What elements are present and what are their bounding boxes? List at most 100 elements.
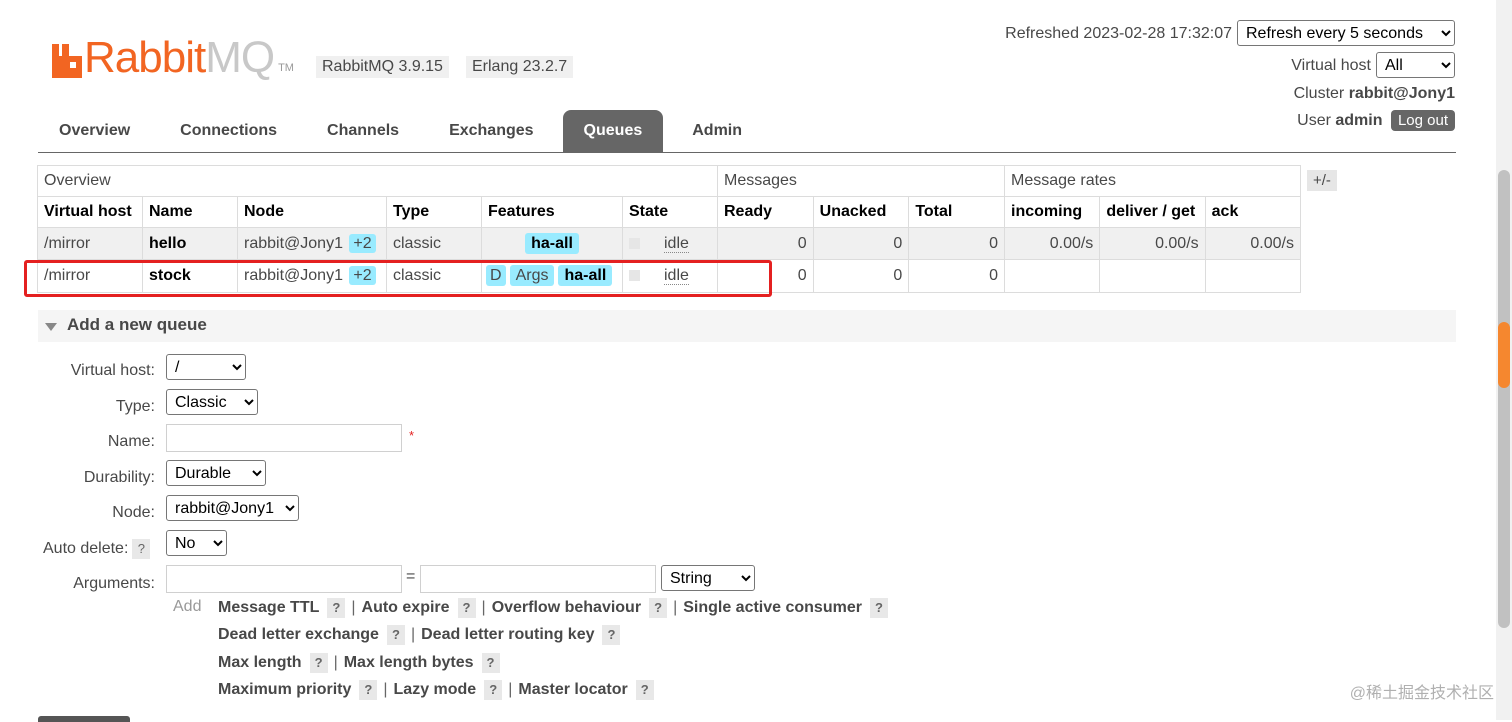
tab-overview[interactable]: Overview <box>38 110 151 153</box>
table-row[interactable]: /mirror hello rabbit@Jony1 +2 classic ha… <box>37 227 1302 260</box>
arg-overflow-behaviour-link[interactable]: Overflow behaviour <box>492 599 641 617</box>
arg-max-length-link[interactable]: Max length <box>218 654 302 672</box>
argument-value-input[interactable] <box>420 565 656 593</box>
dead-letter-exchange-help-icon[interactable]: ? <box>386 625 405 645</box>
add-argument-label: Add <box>173 598 202 615</box>
rabbitmq-version: RabbitMQ 3.9.15 <box>316 56 449 78</box>
arg-auto-expire-link[interactable]: Auto expire <box>362 599 450 617</box>
col-node[interactable]: Node <box>237 196 387 228</box>
collapse-triangle-icon[interactable] <box>45 323 57 331</box>
node-select[interactable]: rabbit@Jony1 <box>166 495 299 521</box>
node-mirrors-badge: +2 <box>349 233 376 253</box>
auto-delete-help-icon[interactable]: ? <box>132 539 151 559</box>
argument-shortcuts-row-3: Max length? | Max length bytes? <box>218 653 500 673</box>
brand-name: RabbitMQ <box>84 33 275 82</box>
overflow-behaviour-help-icon[interactable]: ? <box>649 598 668 618</box>
virtual-host-field-select[interactable]: / <box>166 354 246 380</box>
durability-select[interactable]: Durable <box>166 460 266 486</box>
auto-delete-field-label: Auto delete:? <box>43 539 151 559</box>
cell-total: 0 <box>908 227 1005 260</box>
cell-features: ha-all <box>481 227 623 260</box>
tabs-divider <box>38 152 1456 153</box>
cell-state: idle <box>622 227 718 260</box>
col-incoming[interactable]: incoming <box>1003 196 1101 228</box>
refresh-interval-select[interactable]: Refresh every 5 seconds <box>1237 20 1455 46</box>
col-unacked[interactable]: Unacked <box>812 196 910 228</box>
cell-deliver-get <box>1099 259 1206 293</box>
arg-dead-letter-routing-key-link[interactable]: Dead letter routing key <box>421 626 594 644</box>
virtual-host-field-label: Virtual host: <box>70 362 155 379</box>
type-select[interactable]: Classic <box>166 389 258 415</box>
refreshed-timestamp: Refreshed 2023-02-28 17:32:07 <box>1005 25 1232 42</box>
arg-max-length-bytes-link[interactable]: Max length bytes <box>344 654 474 672</box>
argument-shortcuts-row-2: Dead letter exchange? | Dead letter routi… <box>218 625 621 645</box>
cell-vhost: /mirror <box>37 227 143 260</box>
durability-field-label: Durability: <box>83 469 155 486</box>
col-ack[interactable]: ack <box>1204 196 1302 228</box>
tab-admin[interactable]: Admin <box>671 110 763 153</box>
tab-channels[interactable]: Channels <box>306 110 420 153</box>
add-queue-button-partial[interactable] <box>38 716 130 722</box>
logout-button[interactable]: Log out <box>1390 110 1455 131</box>
tab-exchanges[interactable]: Exchanges <box>428 110 554 153</box>
message-ttl-help-icon[interactable]: ? <box>327 598 346 618</box>
group-overview: Overview <box>37 165 718 197</box>
max-length-help-icon[interactable]: ? <box>309 653 328 673</box>
state-indicator-icon <box>629 237 640 249</box>
col-deliver-get[interactable]: deliver / get <box>1099 196 1206 228</box>
dead-letter-routing-key-help-icon[interactable]: ? <box>602 625 621 645</box>
trademark: TM <box>278 62 294 74</box>
virtual-host-label: Virtual host <box>1291 57 1371 74</box>
feature-ha-all-badge: ha-all <box>525 232 579 254</box>
col-type[interactable]: Type <box>386 196 482 228</box>
argument-type-select[interactable]: String <box>661 565 755 591</box>
col-virtual-host[interactable]: Virtual host <box>37 196 143 228</box>
lazy-mode-help-icon[interactable]: ? <box>484 680 503 700</box>
column-toggle-button[interactable]: +/- <box>1307 170 1337 191</box>
arg-message-ttl-link[interactable]: Message TTL <box>218 599 319 617</box>
tab-queues[interactable]: Queues <box>562 110 664 153</box>
add-queue-title[interactable]: Add a new queue <box>67 315 207 335</box>
virtual-host-select[interactable]: All <box>1376 52 1455 78</box>
auto-expire-help-icon[interactable]: ? <box>457 598 476 618</box>
col-name[interactable]: Name <box>142 196 238 228</box>
cell-incoming <box>1003 259 1101 293</box>
highlight-annotation <box>24 260 772 297</box>
cell-incoming: 0.00/s <box>1003 227 1101 260</box>
col-total[interactable]: Total <box>908 196 1005 228</box>
master-locator-help-icon[interactable]: ? <box>635 680 654 700</box>
main-nav-tabs: Overview Connections Channels Exchanges … <box>38 110 771 153</box>
argument-shortcuts-row-1: Message TTL? | Auto expire? | Overflow beh… <box>218 598 888 618</box>
arg-single-active-consumer-link[interactable]: Single active consumer <box>683 599 862 617</box>
rabbitmq-logo[interactable]: RabbitMQ TM <box>52 33 294 82</box>
col-ready[interactable]: Ready <box>717 196 814 228</box>
arg-maximum-priority-link[interactable]: Maximum priority <box>218 681 351 699</box>
type-field-label: Type: <box>115 398 155 415</box>
single-active-consumer-help-icon[interactable]: ? <box>869 598 888 618</box>
cell-node: rabbit@Jony1 +2 <box>237 227 387 260</box>
watermark: @稀土掘金技术社区 <box>1349 685 1494 702</box>
add-queue-section-header[interactable] <box>38 310 1456 342</box>
auto-delete-select[interactable]: No <box>166 530 227 556</box>
arg-lazy-mode-link[interactable]: Lazy mode <box>394 681 477 699</box>
arg-master-locator-link[interactable]: Master locator <box>518 681 627 699</box>
cell-ack: 0.00/s <box>1204 227 1302 260</box>
col-features[interactable]: Features <box>481 196 623 228</box>
argument-key-input[interactable] <box>166 565 402 593</box>
user-info: User admin Log out <box>1297 110 1455 131</box>
equals-sign: = <box>406 568 416 585</box>
argument-shortcuts-row-4: Maximum priority? | Lazy mode? | Master lo… <box>218 680 654 700</box>
cell-total: 0 <box>908 259 1005 293</box>
node-field-label: Node: <box>112 504 155 521</box>
col-state[interactable]: State <box>622 196 718 228</box>
cell-unacked: 0 <box>812 227 910 260</box>
maximum-priority-help-icon[interactable]: ? <box>359 680 378 700</box>
queue-name-input[interactable] <box>166 424 402 452</box>
queue-link-hello[interactable]: hello <box>142 227 238 260</box>
arg-dead-letter-exchange-link[interactable]: Dead letter exchange <box>218 626 379 644</box>
max-length-bytes-help-icon[interactable]: ? <box>481 653 500 673</box>
name-field-label: Name: <box>107 433 155 450</box>
scrollbar-thumb[interactable] <box>1498 170 1510 628</box>
group-messages: Messages <box>717 165 1005 197</box>
tab-connections[interactable]: Connections <box>159 110 298 153</box>
